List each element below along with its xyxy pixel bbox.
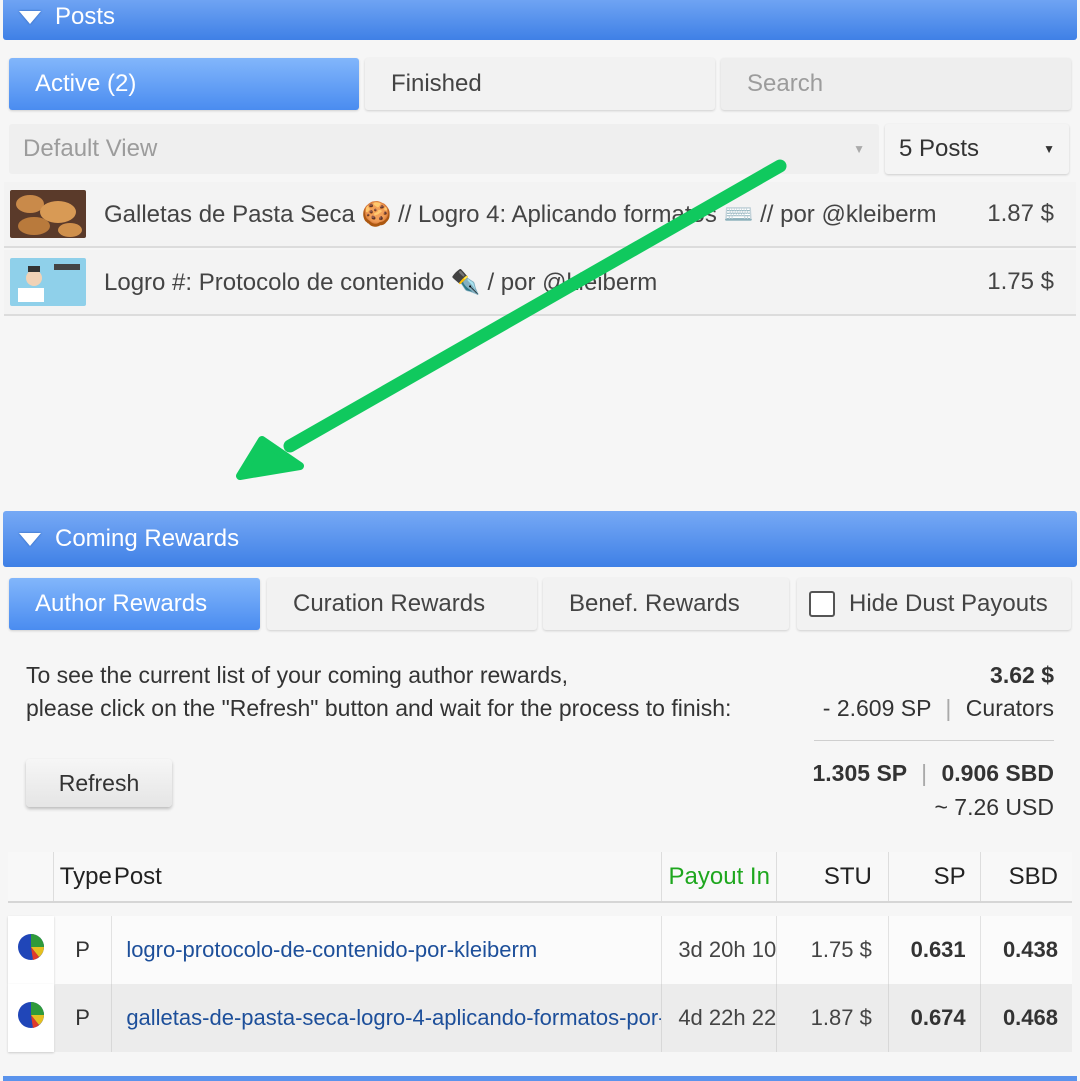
- info-line-1: To see the current list of your coming a…: [26, 662, 569, 688]
- header-stu[interactable]: STU: [776, 852, 889, 903]
- pie-cell[interactable]: [8, 916, 54, 984]
- row-sbd: 0.438: [1002, 937, 1058, 962]
- row-post-link[interactable]: logro-protocolo-de-contenido-por-kleiber…: [111, 916, 663, 984]
- refresh-label: Refresh: [58, 769, 140, 796]
- divider: [814, 740, 1054, 741]
- header-icon-col: [8, 852, 55, 903]
- curators-sp: - 2.609 SP: [822, 695, 932, 721]
- row-payout-in: 4d 22h 22: [661, 984, 778, 1052]
- usd-total: ~ 7.26 USD: [934, 794, 1054, 820]
- tab-benef-rewards[interactable]: Benef. Rewards: [543, 578, 789, 630]
- row-sp: 0.631: [888, 916, 981, 984]
- separator: |: [921, 760, 928, 786]
- separator: |: [945, 695, 952, 721]
- info-line-2: please click on the "Refresh" button and…: [26, 695, 732, 721]
- tab-curation-rewards[interactable]: Curation Rewards: [267, 578, 537, 630]
- table-row[interactable]: P galletas-de-pasta-seca-logro-4-aplican…: [8, 984, 1072, 1052]
- sbd-total: 0.906 SBD: [941, 760, 1054, 786]
- tab-curation-label: Curation Rewards: [293, 590, 486, 617]
- hide-dust-label: Hide Dust Payouts: [849, 590, 1048, 617]
- row-payout-in: 3d 20h 10: [661, 916, 778, 984]
- sp-sbd-totals: 1.305 SP | 0.906 SBD: [813, 760, 1055, 787]
- tab-author-label: Author Rewards: [35, 590, 208, 617]
- rewards-table: Type Post Payout In STU SP SBD P logro-p…: [8, 852, 1072, 1052]
- table-row[interactable]: P logro-protocolo-de-contenido-por-kleib…: [8, 916, 1072, 984]
- header-sbd[interactable]: SBD: [980, 852, 1072, 903]
- row-sp: 0.674: [888, 984, 981, 1052]
- pie-chart-icon[interactable]: [17, 1001, 45, 1029]
- hide-dust-checkbox[interactable]: [809, 591, 835, 617]
- row-stu: 1.87 $: [776, 984, 889, 1052]
- collapse-triangle-icon[interactable]: [19, 532, 41, 546]
- table-header-row: Type Post Payout In STU SP SBD: [8, 852, 1072, 903]
- curators-label: Curators: [965, 695, 1054, 721]
- header-sp[interactable]: SP: [888, 852, 981, 903]
- sp-total: 1.305 SP: [812, 760, 907, 786]
- header-payout-in[interactable]: Payout In: [661, 852, 778, 903]
- row-sbd: 0.468: [1002, 1005, 1058, 1030]
- row-stu: 1.75 $: [776, 916, 889, 984]
- row-type: P: [53, 984, 113, 1052]
- tab-benef-label: Benef. Rewards: [569, 590, 740, 617]
- header-type[interactable]: Type: [53, 852, 112, 903]
- tab-author-rewards[interactable]: Author Rewards: [9, 578, 260, 630]
- next-section-header-edge: [3, 1076, 1077, 1081]
- refresh-button[interactable]: Refresh: [26, 759, 172, 807]
- header-post[interactable]: Post: [111, 852, 663, 903]
- hide-dust-toggle[interactable]: Hide Dust Payouts: [797, 578, 1071, 630]
- curators-line: - 2.609 SP | Curators: [823, 695, 1054, 722]
- row-post-link[interactable]: galletas-de-pasta-seca-logro-4-aplicando…: [111, 984, 663, 1052]
- pie-chart-icon[interactable]: [17, 933, 45, 961]
- rewards-section-title: Coming Rewards: [55, 525, 240, 552]
- row-type: P: [53, 916, 113, 984]
- rewards-section-header[interactable]: Coming Rewards: [3, 511, 1077, 567]
- total-value: 3.62 $: [990, 662, 1054, 688]
- pie-cell[interactable]: [8, 984, 54, 1052]
